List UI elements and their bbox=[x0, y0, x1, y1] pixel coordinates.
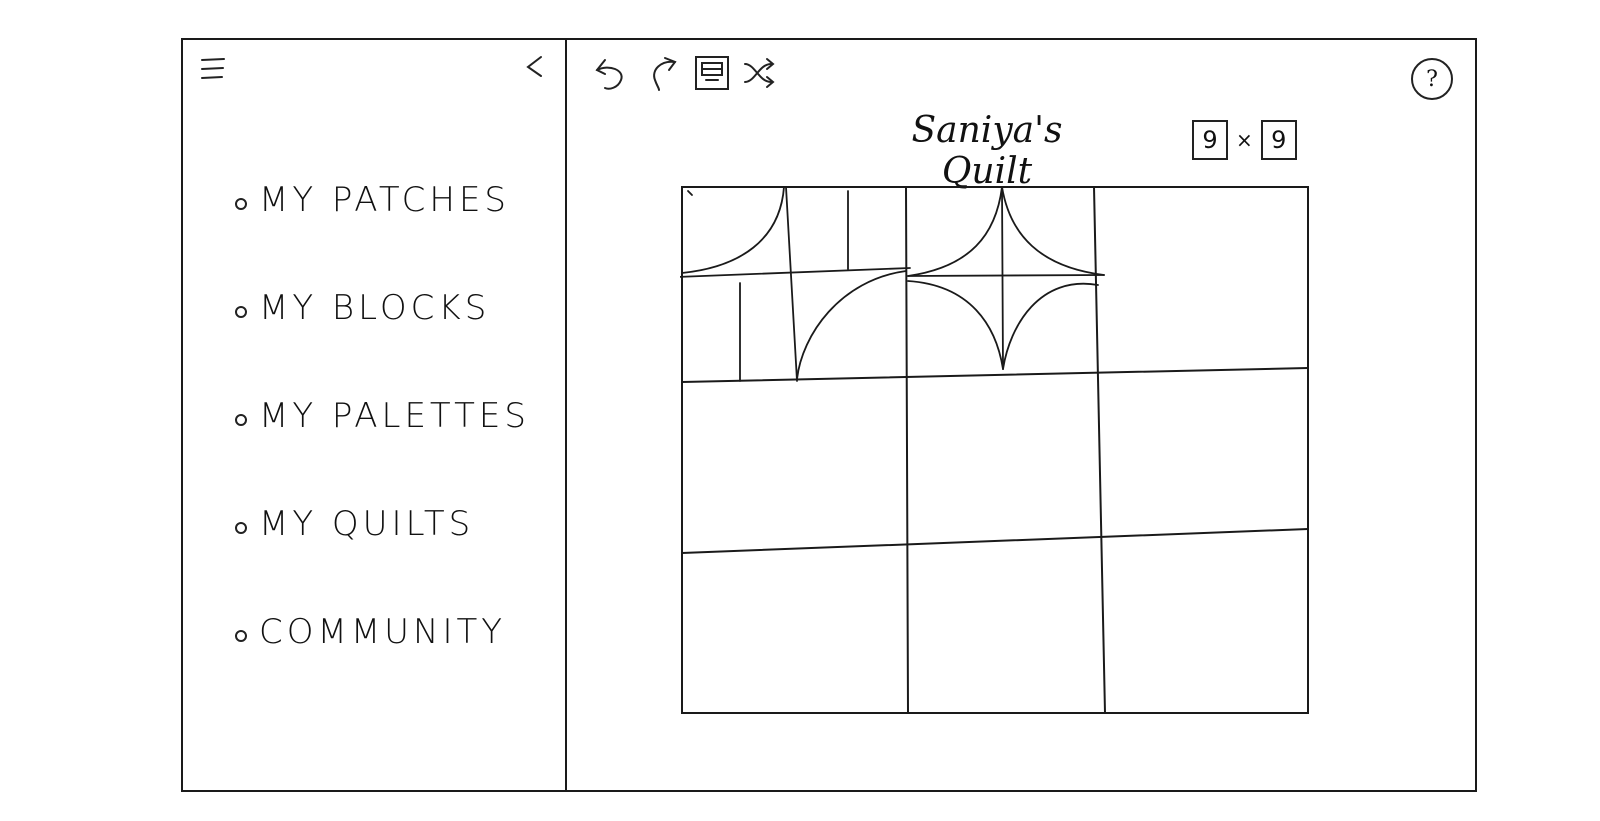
grid-border bbox=[681, 186, 1309, 714]
sidebar-item-community[interactable]: COMMUNITY bbox=[235, 612, 530, 720]
cols-input[interactable]: 9 bbox=[1260, 120, 1297, 160]
app-window: MY PATCHES MY BLOCKS MY PALETTES MY QUIL… bbox=[181, 38, 1477, 792]
save-icon[interactable] bbox=[691, 52, 733, 94]
quilt-title[interactable]: Saniya's Quilt bbox=[867, 110, 1107, 192]
toolbar bbox=[591, 52, 783, 94]
bullet-icon bbox=[235, 198, 247, 210]
times-separator: × bbox=[1236, 128, 1253, 152]
sidebar-item-my-palettes[interactable]: MY PALETTES bbox=[235, 396, 530, 504]
sidebar: MY PATCHES MY BLOCKS MY PALETTES MY QUIL… bbox=[183, 40, 567, 790]
chevron-left-icon[interactable] bbox=[523, 54, 549, 82]
sidebar-item-label: MY QUILTS bbox=[259, 504, 475, 544]
sidebar-item-label: MY PALETTES bbox=[259, 396, 530, 436]
sidebar-item-my-patches[interactable]: MY PATCHES bbox=[235, 180, 530, 288]
quilt-block-1 bbox=[675, 186, 911, 382]
grid-line-v1 bbox=[905, 186, 909, 714]
bullet-icon bbox=[235, 630, 247, 642]
quilt-block-2 bbox=[907, 186, 1105, 370]
main-canvas-area: ? Saniya's Quilt 9 × 9 bbox=[567, 40, 1475, 790]
bullet-icon bbox=[235, 522, 247, 534]
quilt-dimensions: 9 × 9 bbox=[1192, 120, 1297, 160]
rows-input[interactable]: 9 bbox=[1192, 120, 1228, 160]
bullet-icon bbox=[235, 306, 247, 318]
undo-icon[interactable] bbox=[591, 52, 633, 94]
quilt-grid[interactable] bbox=[675, 185, 1310, 715]
help-button[interactable]: ? bbox=[1411, 58, 1453, 100]
grid-line-v2 bbox=[1093, 186, 1106, 714]
sidebar-nav: MY PATCHES MY BLOCKS MY PALETTES MY QUIL… bbox=[235, 180, 530, 720]
hamburger-icon[interactable] bbox=[199, 54, 229, 84]
grid-line-h1 bbox=[681, 367, 1309, 383]
sidebar-item-my-quilts[interactable]: MY QUILTS bbox=[235, 504, 530, 612]
grid-line-h2 bbox=[681, 528, 1309, 554]
sidebar-item-label: MY BLOCKS bbox=[259, 288, 491, 328]
sidebar-item-label: COMMUNITY bbox=[259, 612, 507, 652]
sidebar-item-my-blocks[interactable]: MY BLOCKS bbox=[235, 288, 530, 396]
sidebar-item-label: MY PATCHES bbox=[259, 180, 511, 220]
redo-icon[interactable] bbox=[641, 52, 683, 94]
bullet-icon bbox=[235, 414, 247, 426]
shuffle-icon[interactable] bbox=[741, 52, 783, 94]
